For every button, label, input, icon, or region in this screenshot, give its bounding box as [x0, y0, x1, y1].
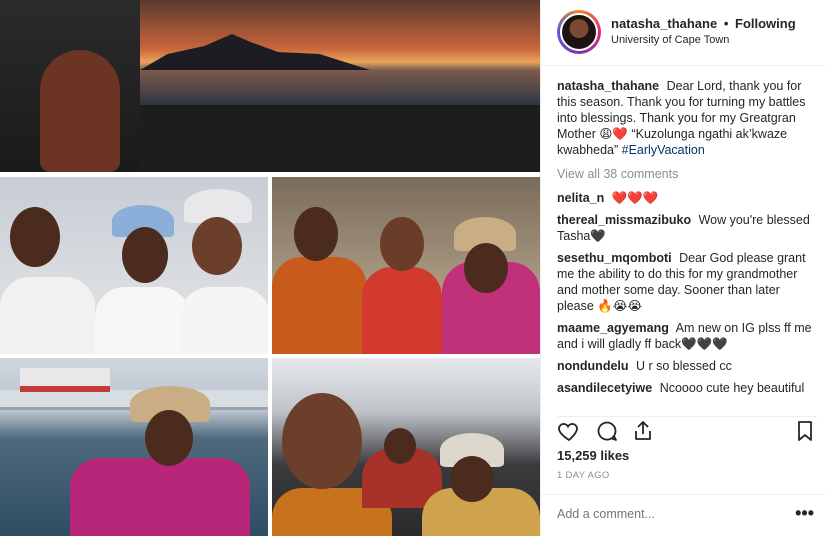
comments-section: natasha_thahane Dear Lord, thank you for… — [557, 78, 817, 408]
comment-item: thereal_missmazibuko Wow you're blessed … — [557, 212, 817, 244]
following-button[interactable]: Following — [735, 16, 796, 31]
comment-username[interactable]: nelita_n — [557, 191, 604, 205]
comment-bubble-icon[interactable] — [595, 419, 619, 443]
post-sidebar: natasha_thahane • Following University o… — [540, 0, 825, 536]
comment-item: asandilecetyiwe Ncoooo cute hey beautifu… — [557, 380, 817, 396]
heart-outline-icon[interactable] — [557, 419, 581, 443]
post-header: natasha_thahane • Following University o… — [541, 0, 825, 66]
avatar[interactable] — [557, 10, 601, 54]
hashtag-link[interactable]: #EarlyVacation — [622, 143, 705, 157]
comment-item: sesethu_mqomboti Dear God please grant m… — [557, 250, 817, 314]
photo-grandmother-waterfront — [0, 358, 268, 536]
photo-three-women — [0, 177, 268, 354]
caption-username[interactable]: natasha_thahane — [557, 79, 659, 93]
bookmark-icon[interactable] — [793, 419, 817, 443]
photo-sunset — [0, 0, 540, 172]
share-icon[interactable] — [631, 419, 655, 443]
view-all-comments-link[interactable]: View all 38 comments — [557, 166, 817, 182]
add-comment-bar: ••• — [541, 494, 825, 536]
likes-count[interactable]: 15,259 likes — [557, 448, 629, 463]
comment-username[interactable]: sesethu_mqomboti — [557, 251, 672, 265]
more-options-icon[interactable]: ••• — [795, 503, 814, 524]
avatar-image — [560, 13, 598, 51]
comment-text: ❤️❤️❤️ — [611, 191, 659, 205]
comment-item: nondundelu U r so blessed cc — [557, 358, 817, 374]
post-location-link[interactable]: University of Cape Town — [611, 34, 729, 46]
action-bar — [557, 416, 817, 442]
comment-item: maame_agyemang Am new on IG plss ff me a… — [557, 320, 817, 352]
comment-username[interactable]: thereal_missmazibuko — [557, 213, 691, 227]
comment-text: Ncoooo cute hey beautiful — [659, 381, 805, 395]
caption: natasha_thahane Dear Lord, thank you for… — [557, 78, 817, 158]
post-timestamp[interactable]: 1 DAY AGO — [557, 470, 610, 481]
comment-item: nelita_n ❤️❤️❤️ — [557, 190, 817, 206]
post-username-link[interactable]: natasha_thahane — [611, 16, 717, 31]
post-photo[interactable] — [0, 0, 540, 536]
add-comment-input[interactable] — [557, 507, 777, 521]
photo-car-selfie — [272, 358, 540, 536]
comment-username[interactable]: nondundelu — [557, 359, 629, 373]
photo-three-women-outdoors — [272, 177, 540, 354]
comment-username[interactable]: asandilecetyiwe — [557, 381, 652, 395]
separator-dot: • — [723, 16, 729, 31]
comment-username[interactable]: maame_agyemang — [557, 321, 669, 335]
comment-text: U r so blessed cc — [636, 359, 732, 373]
post-username-row: natasha_thahane • Following — [611, 16, 796, 31]
